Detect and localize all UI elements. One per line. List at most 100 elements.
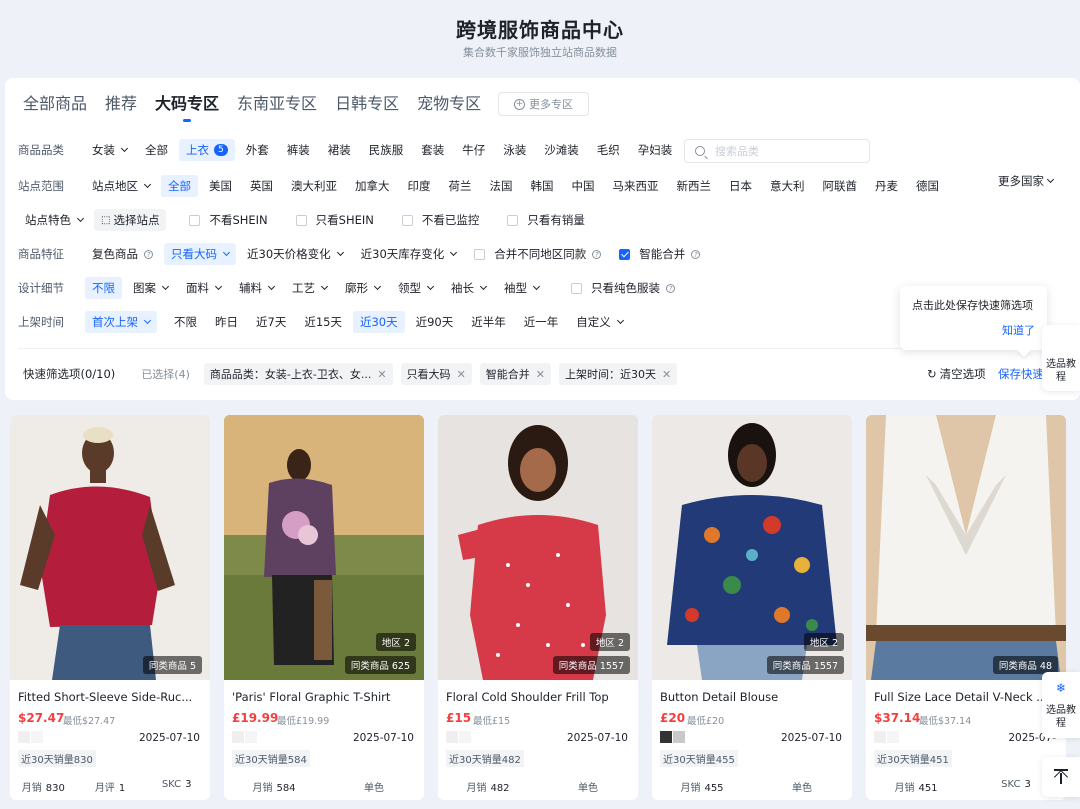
category-option[interactable]: 裙装 xyxy=(321,139,358,161)
category-option[interactable]: 裤装 xyxy=(280,139,317,161)
filter-chip[interactable]: 上架时间：近30天 ✕ xyxy=(559,363,678,385)
category-option[interactable]: 孕妇装 xyxy=(631,139,680,161)
select-site-button[interactable]: ⬚ 选择站点 xyxy=(94,209,167,231)
checkbox-only-shein[interactable]: 只看SHEIN xyxy=(289,209,381,231)
listing-option[interactable]: 不限 xyxy=(167,311,204,333)
tab-all-products[interactable]: 全部商品 xyxy=(23,94,87,124)
price-change-select[interactable]: 近30天价格变化 xyxy=(240,243,350,265)
category-option[interactable]: 毛织 xyxy=(590,139,627,161)
checkbox-merge-regions[interactable]: 合并不同地区同款? xyxy=(467,243,608,265)
country-option[interactable]: 意大利 xyxy=(763,175,812,197)
clear-options-button[interactable]: ↻ 清空选项 xyxy=(927,366,986,382)
category-option-tops[interactable]: 上衣 5 xyxy=(179,139,235,161)
product-card[interactable]: 同类商品 48 Full Size Lace Detail V-Neck ...… xyxy=(866,415,1066,800)
design-sleeve-type-select[interactable]: 袖型 xyxy=(497,277,546,299)
tooltip-ok-button[interactable]: 知道了 xyxy=(1002,322,1035,338)
country-option[interactable]: 澳大利亚 xyxy=(284,175,344,197)
checkbox-smart-merge[interactable]: 智能合并? xyxy=(612,243,707,265)
listing-option[interactable]: 近一年 xyxy=(517,311,566,333)
multicolor-option[interactable]: 复色商品? xyxy=(85,243,160,265)
country-option[interactable]: 丹麦 xyxy=(868,175,905,197)
product-image[interactable]: 地区 2 同类商品 625 xyxy=(224,415,424,680)
checkbox-has-sales[interactable]: 只看有销量 xyxy=(500,209,592,231)
tab-pets[interactable]: 宠物专区 xyxy=(417,94,481,124)
listing-option[interactable]: 昨日 xyxy=(208,311,245,333)
design-trim-select[interactable]: 辅料 xyxy=(232,277,281,299)
design-fabric-select[interactable]: 面料 xyxy=(179,277,228,299)
design-craft-select[interactable]: 工艺 xyxy=(285,277,334,299)
product-title[interactable]: 'Paris' Floral Graphic T-Shirt xyxy=(232,690,418,704)
tab-southeast-asia[interactable]: 东南亚专区 xyxy=(237,94,317,124)
category-option[interactable]: 全部 xyxy=(138,139,175,161)
filter-chip[interactable]: 只看大码 ✕ xyxy=(400,363,472,385)
guide-side-button[interactable]: 选品教程 xyxy=(1042,325,1080,391)
site-feature-select[interactable]: 站点特色 xyxy=(18,209,90,231)
listing-option[interactable]: 近15天 xyxy=(297,311,349,333)
similar-products-badge[interactable]: 同类商品 625 xyxy=(344,656,416,674)
design-pattern-select[interactable]: 图案 xyxy=(126,277,175,299)
design-sleeve-length-select[interactable]: 袖长 xyxy=(444,277,493,299)
product-card[interactable]: 同类商品 5 Fitted Short-Sleeve Side-Ruc... $… xyxy=(10,415,210,800)
back-to-top-button[interactable] xyxy=(1042,757,1080,797)
listing-option[interactable]: 近90天 xyxy=(409,311,461,333)
category-option[interactable]: 外套 xyxy=(239,139,276,161)
country-option[interactable]: 德国 xyxy=(909,175,946,197)
product-card[interactable]: 地区 2 同类商品 625 'Paris' Floral Graphic T-S… xyxy=(224,415,424,800)
product-title[interactable]: Floral Cold Shoulder Frill Top xyxy=(446,690,632,704)
save-quick-button[interactable]: 保存快速 xyxy=(998,366,1044,382)
country-option[interactable]: 中国 xyxy=(565,175,602,197)
product-image[interactable]: 同类商品 48 xyxy=(866,415,1066,680)
checkbox-solid-only[interactable]: 只看纯色服装? xyxy=(564,277,682,299)
checkbox-not-shein[interactable]: 不看SHEIN xyxy=(182,209,274,231)
category-option[interactable]: 牛仔 xyxy=(455,139,492,161)
tab-recommend[interactable]: 推荐 xyxy=(105,94,137,124)
checkbox-not-monitored[interactable]: 不看已监控 xyxy=(395,209,487,231)
more-countries-select[interactable]: 更多国家 xyxy=(998,173,1055,189)
product-card[interactable]: 地区 2 同类商品 1557 Button Detail Blouse £20 … xyxy=(652,415,852,800)
design-silhouette-select[interactable]: 廓形 xyxy=(338,277,387,299)
country-option[interactable]: 英国 xyxy=(243,175,280,197)
similar-products-badge[interactable]: 同类商品 1557 xyxy=(552,656,630,674)
plus-size-only-select[interactable]: 只看大码 xyxy=(164,243,236,265)
country-option[interactable]: 阿联酋 xyxy=(816,175,865,197)
tab-japan-korea[interactable]: 日韩专区 xyxy=(335,94,399,124)
listing-custom-select[interactable]: 自定义 xyxy=(569,311,630,333)
category-option[interactable]: 沙滩装 xyxy=(537,139,586,161)
country-option[interactable]: 美国 xyxy=(202,175,239,197)
site-region-select[interactable]: 站点地区 xyxy=(85,175,157,197)
listing-option[interactable]: 近半年 xyxy=(464,311,513,333)
product-title[interactable]: Button Detail Blouse xyxy=(660,690,846,704)
country-option[interactable]: 韩国 xyxy=(524,175,561,197)
product-image[interactable]: 同类商品 5 xyxy=(10,415,210,680)
similar-products-badge[interactable]: 同类商品 1557 xyxy=(766,656,844,674)
country-option[interactable]: 印度 xyxy=(401,175,438,197)
category-option[interactable]: 泳装 xyxy=(496,139,533,161)
filter-chip[interactable]: 商品品类：女装-上衣-卫衣、女... ✕ xyxy=(203,363,393,385)
more-zones-button[interactable]: + 更多专区 xyxy=(498,92,589,116)
tab-plus-size[interactable]: 大码专区 xyxy=(155,94,219,124)
quick-filter-label[interactable]: 快速筛选项(0/10) xyxy=(23,366,115,382)
category-option[interactable]: 套装 xyxy=(414,139,451,161)
product-image[interactable]: 地区 2 同类商品 1557 xyxy=(438,415,638,680)
product-card[interactable]: 地区 2 同类商品 1557 Floral Cold Shoulder Fril… xyxy=(438,415,638,800)
country-option-all[interactable]: 全部 xyxy=(161,175,198,197)
similar-products-badge[interactable]: 同类商品 5 xyxy=(142,656,202,674)
product-title[interactable]: Fitted Short-Sleeve Side-Ruc... xyxy=(18,690,204,704)
country-option[interactable]: 马来西亚 xyxy=(606,175,666,197)
listing-option-30d[interactable]: 近30天 xyxy=(352,311,405,333)
country-option[interactable]: 加拿大 xyxy=(348,175,397,197)
design-option-any[interactable]: 不限 xyxy=(85,277,122,299)
country-option[interactable]: 新西兰 xyxy=(670,175,719,197)
product-title[interactable]: Full Size Lace Detail V-Neck ... xyxy=(874,690,1060,704)
listing-option[interactable]: 近7天 xyxy=(249,311,293,333)
filter-chip[interactable]: 智能合并 ✕ xyxy=(479,363,551,385)
country-option[interactable]: 荷兰 xyxy=(442,175,479,197)
category-search-input[interactable]: 搜索品类 xyxy=(684,139,870,163)
design-collar-select[interactable]: 领型 xyxy=(391,277,440,299)
guide-side-button-2[interactable]: ❄ 选品教程 xyxy=(1042,672,1080,738)
country-option[interactable]: 日本 xyxy=(722,175,759,197)
product-image[interactable]: 地区 2 同类商品 1557 xyxy=(652,415,852,680)
category-womens-select[interactable]: 女装 xyxy=(85,139,134,161)
first-listing-select[interactable]: 首次上架 xyxy=(85,311,157,333)
country-option[interactable]: 法国 xyxy=(483,175,520,197)
